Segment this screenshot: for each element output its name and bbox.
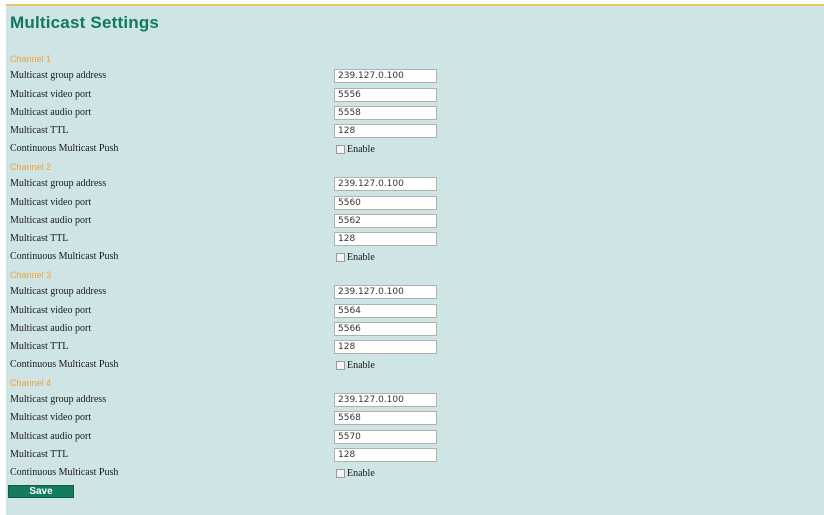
channel-4-video-port-label: Multicast video port xyxy=(10,412,92,423)
channel-2-video-port-input[interactable] xyxy=(334,196,437,210)
channel-4-continuous-push-label: Continuous Multicast Push xyxy=(10,467,119,478)
channel-2-enable-checkbox[interactable] xyxy=(336,252,345,262)
channel-4-audio-port-label: Multicast audio port xyxy=(10,431,92,442)
channel-1-group-address-label: Multicast group address xyxy=(10,70,107,81)
channel-3-ttl-input[interactable] xyxy=(334,340,437,354)
channel-3-enable-control[interactable]: Enable xyxy=(336,358,375,372)
channel-1-enable-checkbox[interactable] xyxy=(336,144,345,154)
channel-4-audio-port-input[interactable] xyxy=(334,430,437,444)
channel-2-group-address-label: Multicast group address xyxy=(10,178,107,189)
channel-2-ttl-input[interactable] xyxy=(334,232,437,246)
channel-2-enable-control[interactable]: Enable xyxy=(336,250,375,264)
channel-1-audio-port-label: Multicast audio port xyxy=(10,107,92,118)
channel-1-heading: Channel 1 xyxy=(10,54,52,64)
channel-4-enable-checkbox[interactable] xyxy=(336,468,345,478)
channel-1-ttl-label: Multicast TTL xyxy=(10,125,69,136)
channel-1-audio-port-input[interactable] xyxy=(334,106,437,120)
channel-1-continuous-push-label: Continuous Multicast Push xyxy=(10,143,119,154)
channel-3-group-address-label: Multicast group address xyxy=(10,286,107,297)
channel-3-video-port-label: Multicast video port xyxy=(10,305,92,316)
channel-3-enable-label: Enable xyxy=(347,359,375,371)
page-title: Multicast Settings xyxy=(10,13,160,32)
channel-3-audio-port-label: Multicast audio port xyxy=(10,323,92,334)
channel-1-enable-label: Enable xyxy=(347,143,375,155)
channel-4-group-address-input[interactable] xyxy=(334,393,437,407)
channel-4-ttl-input[interactable] xyxy=(334,448,437,462)
settings-panel: Multicast Settings Channel 1 Multicast g… xyxy=(6,4,824,515)
channel-1-enable-control[interactable]: Enable xyxy=(336,142,375,156)
channel-3-audio-port-input[interactable] xyxy=(334,322,437,336)
channel-4-heading: Channel 4 xyxy=(10,378,52,388)
channel-2-heading: Channel 2 xyxy=(10,162,52,172)
channel-4-enable-label: Enable xyxy=(347,467,375,479)
channel-2-continuous-push-label: Continuous Multicast Push xyxy=(10,251,119,262)
channel-1-ttl-input[interactable] xyxy=(334,124,437,138)
channel-3-group-address-input[interactable] xyxy=(334,285,437,299)
channel-3-ttl-label: Multicast TTL xyxy=(10,341,69,352)
channel-2-audio-port-label: Multicast audio port xyxy=(10,215,92,226)
channel-1-group-address-input[interactable] xyxy=(334,69,437,83)
channel-2-audio-port-input[interactable] xyxy=(334,214,437,228)
channel-3-continuous-push-label: Continuous Multicast Push xyxy=(10,359,119,370)
channel-2-group-address-input[interactable] xyxy=(334,177,437,191)
channel-4-video-port-input[interactable] xyxy=(334,411,437,425)
channel-2-video-port-label: Multicast video port xyxy=(10,197,92,208)
channel-2-enable-label: Enable xyxy=(347,251,375,263)
channel-2-ttl-label: Multicast TTL xyxy=(10,233,69,244)
channel-4-enable-control[interactable]: Enable xyxy=(336,466,375,480)
channel-1-video-port-input[interactable] xyxy=(334,88,437,102)
channel-3-heading: Channel 3 xyxy=(10,270,52,280)
channel-3-video-port-input[interactable] xyxy=(334,304,437,318)
save-button[interactable]: Save xyxy=(8,485,74,498)
channel-1-video-port-label: Multicast video port xyxy=(10,89,92,100)
channel-4-group-address-label: Multicast group address xyxy=(10,394,107,405)
channel-3-enable-checkbox[interactable] xyxy=(336,360,345,370)
channel-4-ttl-label: Multicast TTL xyxy=(10,449,69,460)
